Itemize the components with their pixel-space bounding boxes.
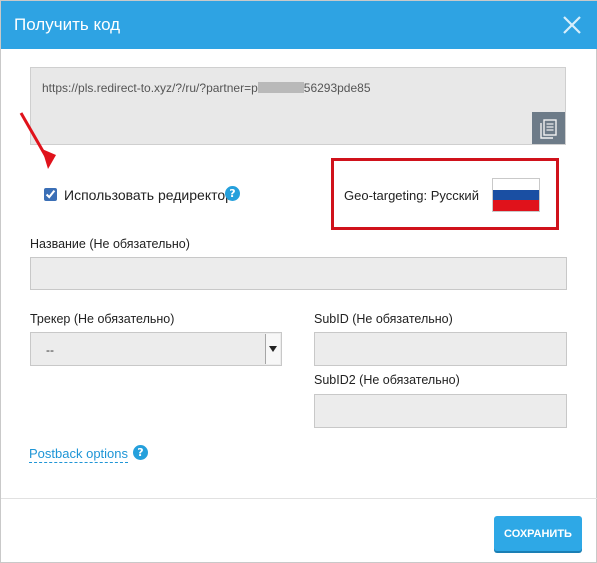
use-redirector-label: Использовать редиректор	[64, 187, 233, 203]
subid-input[interactable]	[314, 332, 567, 366]
copy-icon	[540, 119, 557, 139]
flag-stripe-blue	[493, 189, 539, 201]
copy-button[interactable]	[532, 112, 565, 144]
name-input[interactable]	[30, 257, 567, 290]
geo-targeting-label: Geo-targeting: Русский	[344, 188, 479, 203]
save-button[interactable]: СОХРАНИТЬ	[494, 516, 582, 551]
flag-icon	[492, 178, 540, 212]
subid2-input[interactable]	[314, 394, 567, 428]
geo-targeting-box: Geo-targeting: Русский	[331, 158, 559, 230]
dialog-title: Получить код	[14, 15, 121, 34]
subid2-label: SubID2 (Не обязательно)	[314, 373, 460, 387]
chevron-down-icon[interactable]	[265, 334, 280, 364]
link-suffix: 56293pde85	[303, 81, 371, 95]
redacted-segment	[257, 82, 304, 93]
tracker-selected-value: --	[46, 343, 54, 357]
tracking-link-text: https://pls.redirect-to.xyz/?/ru/?partne…	[42, 81, 371, 95]
tracking-link-field[interactable]: https://pls.redirect-to.xyz/?/ru/?partne…	[30, 67, 566, 145]
help-icon[interactable]: ?	[225, 186, 240, 201]
postback-options-link[interactable]: Postback options	[29, 445, 129, 463]
tracker-select[interactable]: --	[30, 332, 282, 366]
help-icon[interactable]: ?	[133, 445, 148, 460]
subid-label: SubID (Не обязательно)	[314, 312, 453, 326]
flag-stripe-white	[493, 179, 539, 190]
get-code-dialog: Получить код https://pls.redirect-to.xyz…	[0, 0, 597, 563]
use-redirector-checkbox[interactable]	[44, 188, 57, 201]
flag-stripe-red	[493, 200, 539, 211]
link-prefix: https://pls.redirect-to.xyz/?/ru/?partne…	[42, 81, 258, 95]
dialog-header: Получить код	[1, 1, 597, 49]
footer-divider	[1, 498, 597, 499]
red-arrow-icon	[19, 112, 56, 169]
name-field-label: Название (Не обязательно)	[30, 237, 190, 251]
close-icon[interactable]	[560, 13, 584, 37]
tracker-label: Трекер (Не обязательно)	[30, 312, 175, 326]
